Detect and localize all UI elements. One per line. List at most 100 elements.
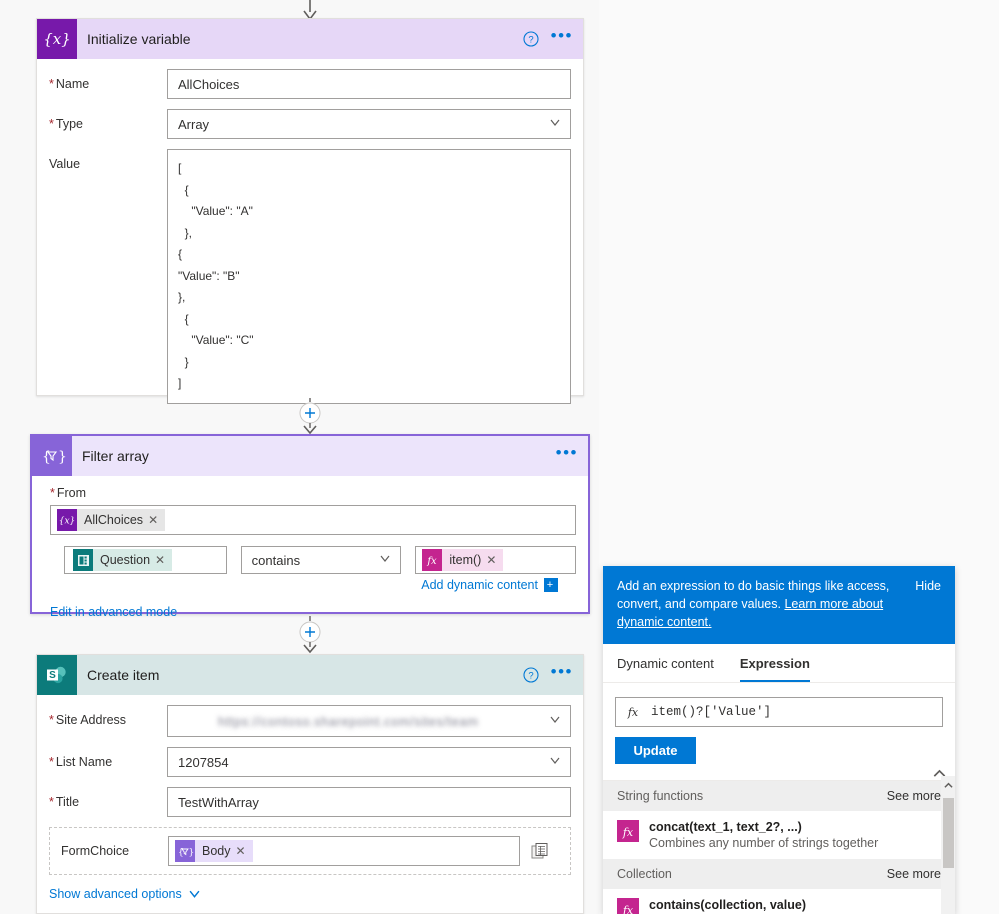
update-button[interactable]: Update [615, 737, 696, 764]
fx-icon: fx [617, 820, 639, 842]
site-address-value-redacted: https://contoso.sharepoint.com/sites/tea… [218, 713, 479, 729]
expression-help-banner: Add an expression to do basic things lik… [603, 566, 955, 644]
switch-to-array-icon[interactable] [520, 841, 560, 861]
field-label: Value [49, 157, 81, 171]
token-remove-icon[interactable]: ✕ [236, 844, 253, 858]
tab-dynamic-content[interactable]: Dynamic content [617, 656, 714, 682]
filter-condition-row: Question ✕ contains fx item() ✕ [64, 546, 576, 574]
field-row-formchoice: FormChoice { } Body ✕ [49, 827, 571, 875]
see-more-button[interactable]: See more [887, 867, 941, 881]
from-input[interactable]: {x} AllChoices ✕ [50, 505, 576, 535]
see-more-button[interactable]: See more [887, 789, 941, 803]
field-label: * Site Address [49, 713, 127, 727]
card-menu-button[interactable]: ••• [556, 444, 578, 464]
chevron-down-icon [189, 890, 200, 898]
field-row-title: * Title TestWithArray [49, 787, 571, 817]
chevron-down-icon [380, 555, 390, 562]
field-row-name: * Name AllChoices [49, 69, 571, 99]
chevron-down-icon [550, 757, 560, 764]
field-row-site-address: * Site Address https://contoso.sharepoint… [49, 705, 571, 737]
condition-right-input[interactable]: fx item() ✕ [415, 546, 576, 574]
panel-scrollbar[interactable] [941, 776, 955, 914]
site-address-select[interactable]: https://contoso.sharepoint.com/sites/tea… [167, 705, 571, 737]
scrollbar-thumb[interactable] [943, 798, 954, 868]
list-name-select[interactable]: 1207854 [167, 747, 571, 777]
panel-tabs: Dynamic content Expression [603, 644, 955, 683]
expression-input[interactable]: fx item()?['Value'] [615, 697, 943, 727]
field-label: FormChoice [61, 844, 130, 858]
card-title: Filter array [82, 448, 149, 464]
svg-text:{x}: {x} [59, 517, 75, 527]
svg-text:fx: fx [622, 904, 634, 914]
token-allchoices[interactable]: {x} AllChoices ✕ [57, 509, 166, 531]
plus-icon: + [544, 578, 558, 592]
card-header: S Create item ? ••• [37, 655, 583, 695]
value-textarea[interactable]: [ { "Value": "A" }, { "Value": "B" }, { … [167, 149, 571, 404]
field-row-type: * Type Array [49, 109, 571, 139]
function-item-concat[interactable]: fx concat(text_1, text_2?, ...) Combines… [603, 811, 955, 859]
tab-expression[interactable]: Expression [739, 656, 810, 682]
card-body: * Site Address https://contoso.sharepoint… [37, 695, 583, 914]
required-asterisk: * [49, 755, 54, 769]
help-icon[interactable]: ? [523, 667, 539, 683]
function-text-wrap: contains(collection, value) Returns true… [649, 898, 941, 914]
required-asterisk: * [49, 795, 54, 809]
add-dynamic-content-button[interactable]: Add dynamic content + [421, 578, 558, 592]
card-body: * Name AllChoices * Type Array Value [ { "… [37, 59, 583, 428]
connector-insert-1[interactable] [296, 398, 324, 434]
hide-banner-button[interactable]: Hide [915, 577, 941, 595]
fx-icon: fx [617, 898, 639, 914]
show-advanced-options-button[interactable]: Show advanced options [49, 887, 571, 901]
card-menu-button[interactable]: ••• [551, 663, 573, 683]
field-row-value: Value [ { "Value": "A" }, { "Value": "B"… [49, 149, 571, 404]
svg-text:fx: fx [427, 556, 438, 567]
function-description: Combines any number of strings together [649, 836, 879, 850]
card-menu-button[interactable]: ••• [551, 27, 573, 47]
help-icon[interactable]: ? [523, 31, 539, 47]
action-card-create-item[interactable]: S Create item ? ••• * Site Address https:… [36, 654, 584, 914]
field-label: * Type [49, 117, 83, 131]
field-row-list-name: * List Name 1207854 [49, 747, 571, 777]
type-select[interactable]: Array [167, 109, 571, 139]
chevron-down-icon [550, 119, 560, 126]
chevron-down-icon [550, 716, 560, 723]
name-input[interactable]: AllChoices [167, 69, 571, 99]
function-name: concat(text_1, text_2?, ...) [649, 820, 802, 834]
fx-icon: fx [422, 549, 443, 571]
banner-text-wrap: Add an expression to do basic things lik… [617, 579, 890, 629]
dynamic-content-panel: Add an expression to do basic things lik… [603, 566, 955, 914]
svg-text:{x}: {x} [44, 30, 70, 48]
field-label: * List Name [49, 755, 113, 769]
function-item-contains[interactable]: fx contains(collection, value) Returns t… [603, 889, 955, 914]
title-input[interactable]: TestWithArray [167, 787, 571, 817]
svg-text:fx: fx [627, 706, 639, 719]
function-group-header-collection: Collection See more [603, 859, 955, 889]
condition-left-input[interactable]: Question ✕ [64, 546, 227, 574]
token-item-expression[interactable]: fx item() ✕ [422, 549, 504, 571]
connector-insert-2[interactable] [296, 616, 324, 654]
token-remove-icon[interactable]: ✕ [148, 513, 165, 527]
condition-operator-select[interactable]: contains [240, 546, 402, 574]
sharepoint-icon: S [37, 655, 77, 695]
token-question[interactable]: Question ✕ [73, 549, 173, 571]
field-label: * Title [49, 795, 80, 809]
connector-arrow-top [303, 0, 317, 20]
filter-funnel-braces-icon: { } [32, 436, 72, 476]
action-card-filter-array[interactable]: { } Filter array ••• *From {x} AllChoice… [30, 434, 590, 619]
function-text-wrap: concat(text_1, text_2?, ...) Combines an… [649, 820, 878, 850]
card-title: Create item [87, 667, 160, 683]
control-braces-icon: { } [175, 840, 195, 862]
required-asterisk: * [49, 77, 54, 91]
token-remove-icon[interactable]: ✕ [486, 553, 503, 567]
action-card-initialize-variable[interactable]: {x} Initialize variable ? ••• * Name AllC… [36, 18, 584, 404]
panel-collapse-row [603, 764, 955, 781]
variable-braces-icon: {x} [57, 509, 77, 531]
formchoice-input[interactable]: { } Body ✕ [168, 836, 520, 866]
token-body[interactable]: { } Body ✕ [175, 840, 253, 862]
svg-text:fx: fx [622, 826, 634, 839]
card-header: {x} Initialize variable ? ••• [37, 19, 583, 59]
svg-text:}: } [189, 848, 195, 858]
svg-text:?: ? [528, 35, 533, 46]
scroll-up-icon[interactable] [941, 776, 955, 794]
token-remove-icon[interactable]: ✕ [155, 553, 172, 567]
